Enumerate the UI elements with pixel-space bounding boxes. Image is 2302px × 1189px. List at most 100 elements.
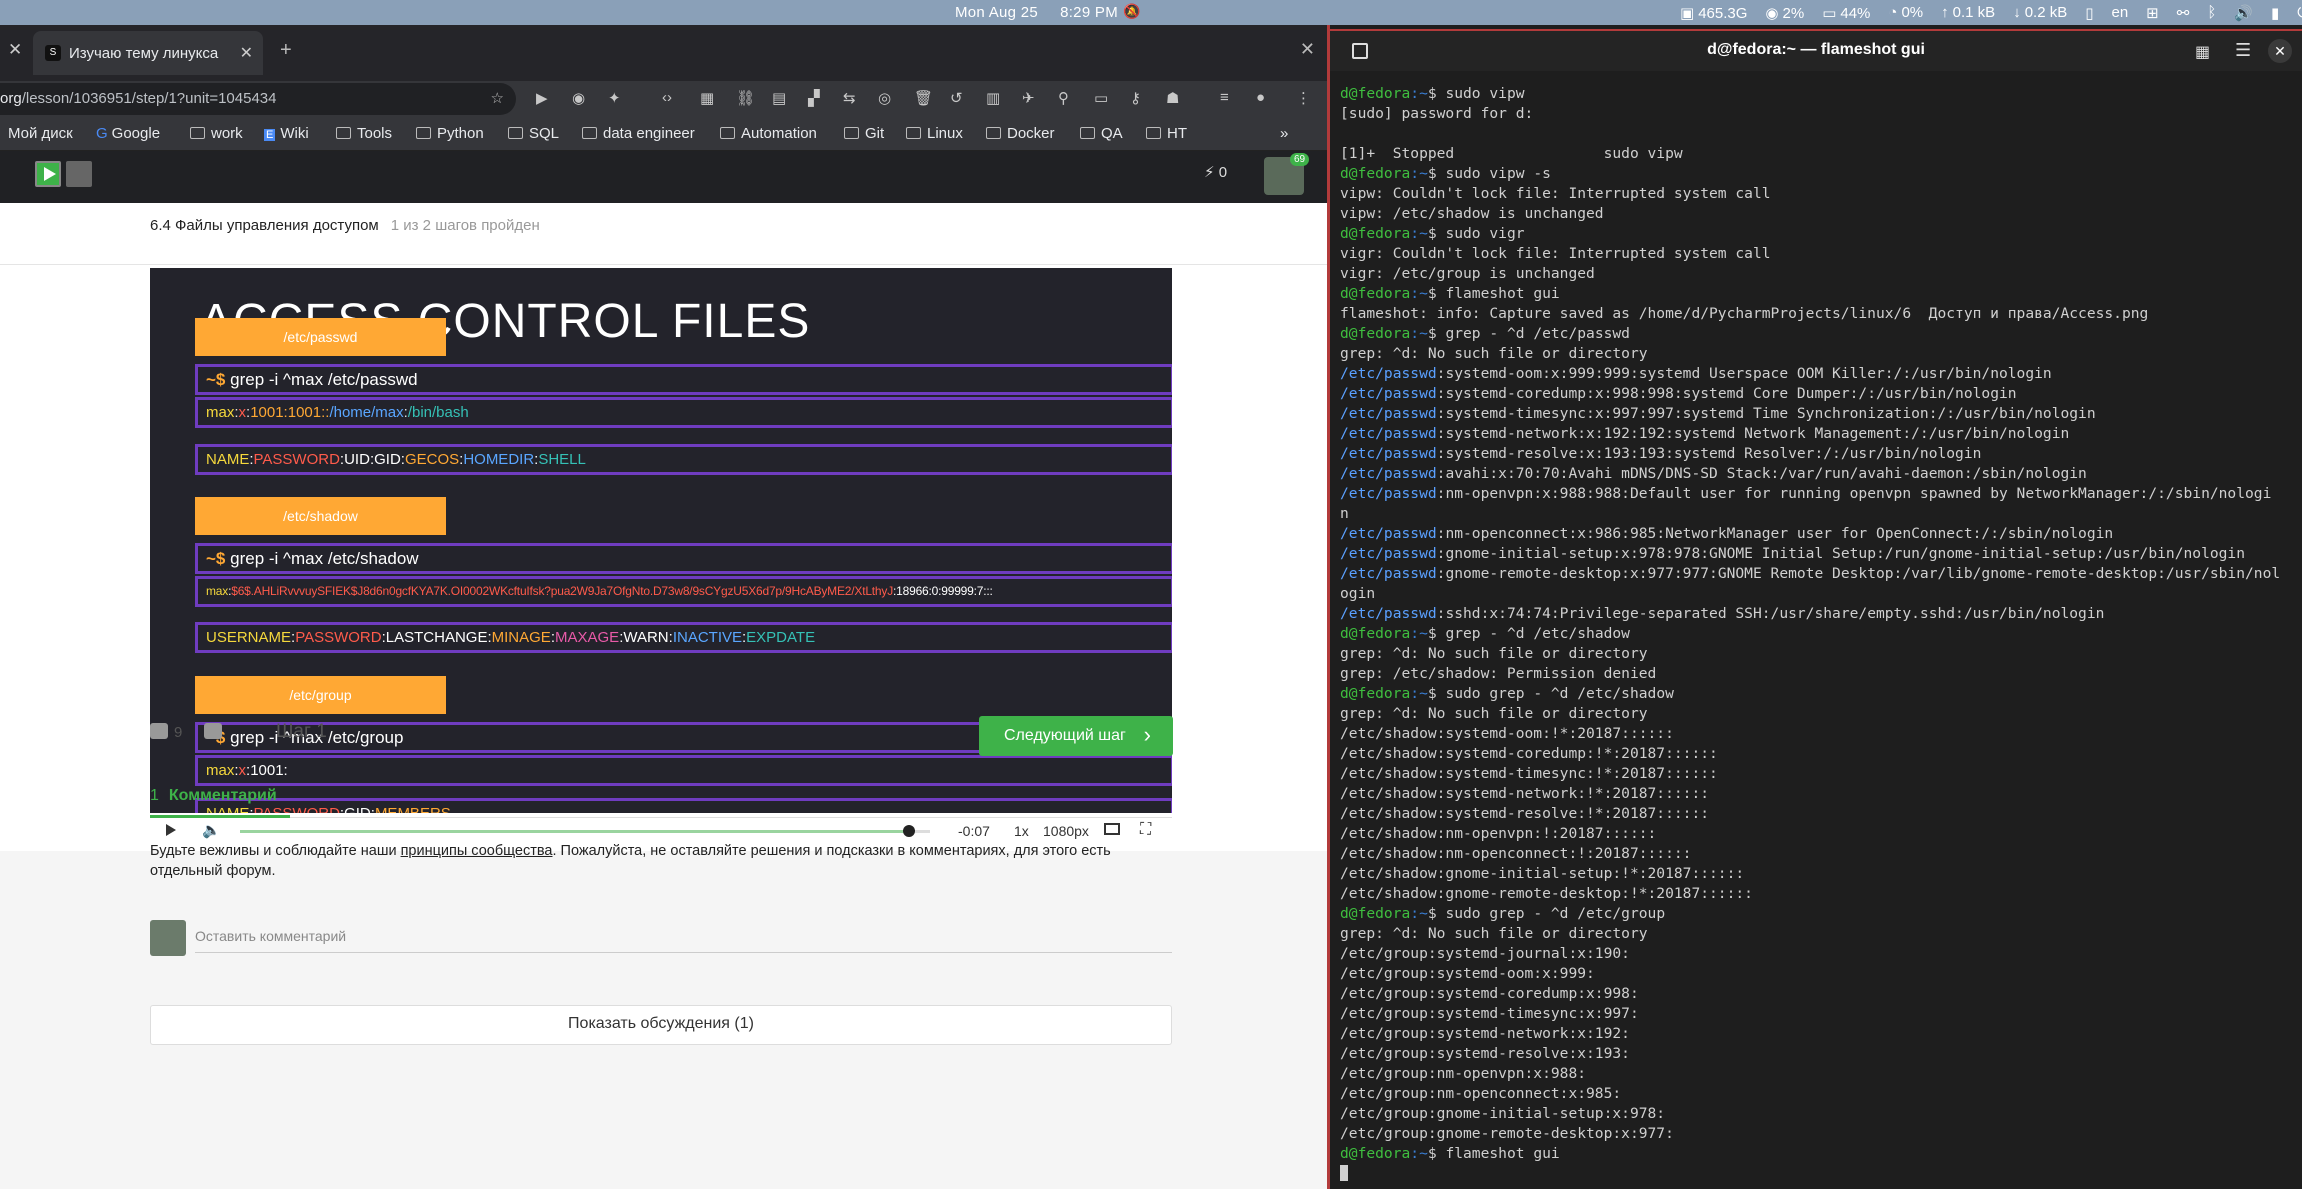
terminal-line: vigr: Couldn't lock file: Interrupted sy…: [1340, 244, 2300, 264]
tab-active[interactable]: S Изучаю тему линукса ✕: [33, 31, 263, 75]
volume-icon[interactable]: 🔈: [202, 821, 221, 839]
incognito-icon[interactable]: ☗: [1166, 89, 1179, 107]
comment-input[interactable]: Оставить комментарий: [195, 928, 346, 944]
close-tab-icon[interactable]: ✕: [240, 43, 253, 63]
devtools-code-icon[interactable]: ‹›: [662, 89, 672, 106]
history-icon[interactable]: ↺: [950, 89, 963, 107]
table-icon[interactable]: ▦: [700, 89, 714, 107]
lesson-title[interactable]: 6.4 Файлы управления доступом: [150, 217, 379, 234]
profile-icon[interactable]: ●: [1256, 89, 1265, 106]
output-text: grep: ^d: No such file or directory: [1340, 705, 1648, 722]
clock[interactable]: Mon Aug 25 8:29 PM: [955, 4, 1140, 21]
fullscreen-icon[interactable]: ⛶: [1140, 821, 1151, 839]
battery-icon[interactable]: ▮: [2271, 4, 2279, 22]
media-queue-icon[interactable]: ≡: [1220, 89, 1229, 106]
bookmark-folder[interactable]: QA: [1080, 125, 1123, 142]
keyboard-layout[interactable]: en: [2111, 4, 2128, 22]
community-rules-link[interactable]: принципы сообщества: [401, 843, 553, 859]
notes-icon[interactable]: ▥: [986, 89, 1000, 107]
tab-comments[interactable]: 1 Комментарий: [150, 787, 277, 805]
bookmark-folder[interactable]: Python: [416, 125, 484, 142]
output-text: /etc/group:systemd-oom:x:999:: [1340, 965, 1595, 982]
f-user: max: [206, 404, 235, 421]
date-text: Mon Aug 25: [955, 4, 1039, 21]
card-icon[interactable]: ▭: [1094, 89, 1108, 107]
address-bar[interactable]: org/lesson/1036951/step/1?unit=1045434 ☆: [0, 83, 516, 115]
folder-icon: [336, 127, 351, 139]
translate-icon[interactable]: ⇆: [843, 89, 856, 107]
speed-select[interactable]: 1x: [1014, 823, 1029, 839]
key-icon[interactable]: ⚷: [1130, 89, 1141, 107]
like-button[interactable]: 9: [150, 723, 182, 741]
system-monitor[interactable]: ▣ 465.3G ◉ 2% ▭ 44% ◔ 0% ↑ 0.1 kB ↓ 0.2 kB ▯ e…: [1680, 4, 2302, 22]
bookmark-item[interactable]: G Google: [96, 125, 160, 142]
extension-play-icon[interactable]: ▶: [536, 89, 548, 107]
prompt-user: d@fedora: [1340, 325, 1411, 342]
bookmark-folder[interactable]: Linux: [906, 125, 963, 142]
terminal-line: /etc/group:gnome-remote-desktop:x:977:: [1340, 1124, 2300, 1144]
command-text: sudo grep - ^d /etc/group: [1445, 905, 1666, 922]
video-seek-bar[interactable]: [240, 830, 930, 833]
prompt-path: :~: [1410, 1145, 1428, 1162]
seek-handle[interactable]: [903, 825, 916, 837]
bookmark-folder[interactable]: HT: [1146, 125, 1187, 142]
bookmark-folder[interactable]: Docker: [986, 125, 1055, 142]
command-text: grep - ^d /etc/passwd: [1445, 325, 1630, 342]
clipboard-icon[interactable]: ▯: [2085, 4, 2093, 22]
terminal-line: n: [1340, 504, 2300, 524]
prompt-user: d@fedora: [1340, 165, 1411, 182]
trash-icon[interactable]: 🗑: [914, 89, 933, 107]
location-icon[interactable]: ⚲: [1058, 89, 1069, 107]
bookmark-label: Git: [865, 125, 885, 142]
extensions-puzzle-icon[interactable]: ✦: [608, 89, 621, 107]
bookmark-item[interactable]: E Wiki: [264, 125, 309, 142]
bookmark-folder[interactable]: data engineer: [582, 125, 695, 142]
bookmark-star-icon[interactable]: ☆: [491, 83, 504, 115]
apps-grid-icon[interactable]: ▞: [808, 89, 820, 107]
power-icon[interactable]: ⏻: [2297, 4, 2302, 22]
show-discussions-button[interactable]: Показать обсуждения (1): [150, 1005, 1172, 1045]
more-bookmarks[interactable]: »: [1280, 125, 1288, 142]
step-play-icon[interactable]: [35, 161, 61, 187]
extension-mic-icon[interactable]: ◉: [572, 89, 585, 107]
link-icon[interactable]: ⛓: [736, 89, 755, 107]
terminal-line: /etc/group:systemd-timesync:x:997:: [1340, 1004, 2300, 1024]
close-window-icon[interactable]: ✕: [1300, 39, 1315, 60]
bluetooth-icon[interactable]: ᛒ: [2207, 4, 2216, 22]
terminal-line: [sudo] password for d:: [1340, 104, 2300, 124]
bookmark-folder[interactable]: Automation: [720, 125, 817, 142]
output-text: [1]+ Stopped sudo vipw: [1340, 145, 1683, 162]
energy-counter[interactable]: ⚡ 0: [1204, 163, 1227, 181]
browser-menu-icon[interactable]: ⋮: [1296, 89, 1311, 107]
bookmark-folder[interactable]: Git: [844, 125, 884, 142]
step-icon[interactable]: [66, 161, 92, 187]
match-prefix: /etc/passwd: [1340, 465, 1437, 482]
rocket-icon[interactable]: ✈: [1022, 89, 1035, 107]
tab-overview-icon[interactable]: ▦: [2195, 42, 2210, 62]
f-max: MAXAGE: [555, 629, 620, 646]
notifications-muted-icon[interactable]: 🔕: [1123, 3, 1140, 20]
close-tab-icon[interactable]: ✕: [8, 40, 22, 60]
reader-icon[interactable]: ▤: [772, 89, 786, 107]
pip-icon[interactable]: [1104, 823, 1120, 835]
output-text: systemd-coredump:x:998:998:systemd Core …: [1445, 385, 2017, 402]
workspace-grid-icon[interactable]: ⊞: [2146, 4, 2159, 22]
quality-select[interactable]: 1080px: [1043, 823, 1089, 839]
next-step-button[interactable]: Следующий шаг: [979, 715, 1173, 756]
camera-icon[interactable]: ◎: [878, 89, 891, 107]
play-icon[interactable]: [166, 824, 176, 836]
bookmark-item[interactable]: Мой диск: [8, 125, 73, 142]
network-icon[interactable]: ⚯: [2177, 4, 2190, 22]
close-icon[interactable]: ✕: [2268, 39, 2292, 63]
bookmark-folder[interactable]: Tools: [336, 125, 392, 142]
new-tab-icon[interactable]: +: [280, 39, 292, 62]
terminal-output[interactable]: d@fedora:~$ sudo vipw [sudo] password for…: [1340, 84, 2300, 1184]
bookmark-folder[interactable]: SQL: [508, 125, 559, 142]
divider: [150, 817, 1172, 818]
hamburger-menu-icon[interactable]: ☰: [2235, 40, 2251, 61]
bookmark-folder[interactable]: work: [190, 125, 243, 142]
output-text: /etc/shadow:nm-openvpn:!:20187::::::: [1340, 825, 1657, 842]
net-up-value: 0.1 kB: [1952, 4, 1996, 21]
volume-icon[interactable]: 🔊: [2234, 4, 2253, 22]
thumbs-down-icon[interactable]: [204, 723, 222, 739]
